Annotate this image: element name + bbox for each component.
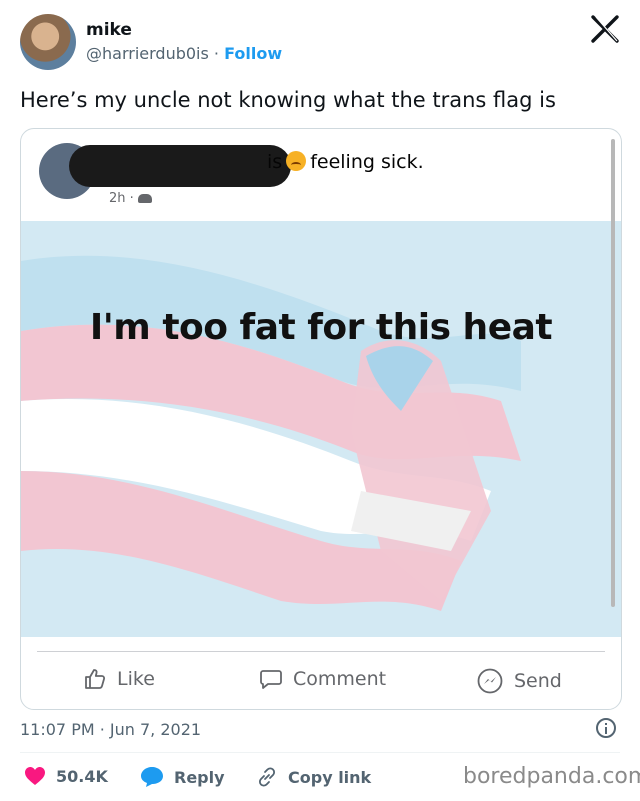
link-icon bbox=[258, 767, 276, 787]
reply-bubble-icon bbox=[141, 767, 163, 787]
redacted-name-bar bbox=[69, 145, 291, 187]
handle[interactable]: @harrierdub0is bbox=[86, 44, 209, 63]
status-text: feeling sick. bbox=[310, 151, 424, 173]
post-time: 2h · bbox=[109, 191, 152, 206]
embedded-post-card: is feeling sick. 2h · I'm too fat for thi… bbox=[20, 128, 622, 710]
status-prefix: is bbox=[267, 151, 283, 173]
scrollbar[interactable] bbox=[611, 139, 615, 607]
comment-icon bbox=[260, 670, 282, 689]
like-label: Like bbox=[117, 668, 155, 690]
avatar[interactable] bbox=[20, 14, 76, 70]
like-count: 50.4K bbox=[56, 766, 108, 786]
like-action[interactable]: 50.4K bbox=[24, 766, 108, 786]
friends-audience-icon bbox=[137, 194, 152, 203]
thumbs-up-icon bbox=[85, 669, 106, 689]
reply-action[interactable]: Reply bbox=[140, 766, 225, 788]
footer-divider bbox=[20, 752, 620, 753]
actions-divider bbox=[37, 651, 605, 652]
reply-label: Reply bbox=[174, 767, 225, 787]
separator: · bbox=[213, 44, 220, 63]
trans-flag-graphic bbox=[21, 221, 621, 637]
time-ago: 2h · bbox=[109, 191, 134, 206]
comment-button[interactable]: Comment bbox=[259, 667, 386, 691]
display-name[interactable]: mike bbox=[86, 20, 132, 40]
x-logo-icon[interactable] bbox=[590, 14, 620, 44]
messenger-icon bbox=[477, 668, 503, 694]
heart-icon bbox=[25, 767, 45, 785]
watermark: boredpanda.com bbox=[463, 764, 640, 789]
post-image-text: I'm too fat for this heat bbox=[89, 307, 553, 348]
tweet-text: Here’s my uncle not knowing what the tra… bbox=[20, 88, 556, 112]
follow-button[interactable]: Follow bbox=[224, 44, 282, 63]
sick-emoji-icon bbox=[286, 151, 307, 171]
post-image bbox=[21, 221, 621, 637]
handle-line: @harrierdub0is · Follow bbox=[86, 44, 282, 63]
send-label: Send bbox=[514, 670, 562, 692]
comment-label: Comment bbox=[293, 668, 387, 690]
post-status: is feeling sick. bbox=[267, 151, 424, 173]
tweet-timestamp[interactable]: 11:07 PM · Jun 7, 2021 bbox=[20, 720, 201, 739]
send-button[interactable]: Send bbox=[476, 667, 562, 695]
like-button[interactable]: Like bbox=[83, 667, 155, 691]
copy-link-label: Copy link bbox=[288, 767, 372, 787]
info-icon[interactable] bbox=[596, 718, 616, 738]
copy-link-action[interactable]: Copy link bbox=[256, 766, 371, 788]
